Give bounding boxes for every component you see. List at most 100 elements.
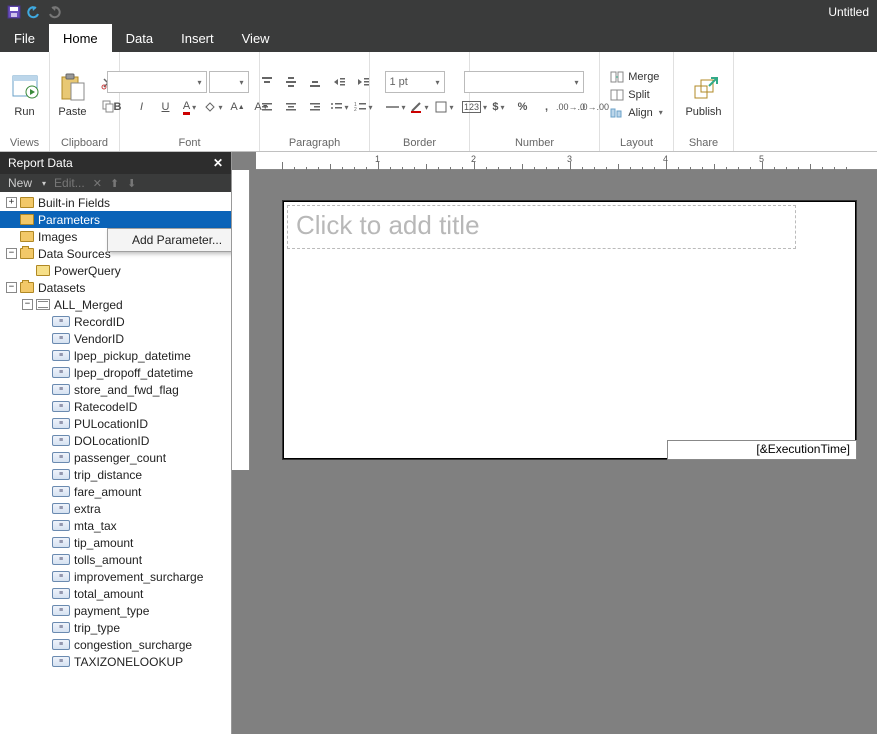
dataset-icon <box>36 299 50 310</box>
tree-field-item[interactable]: ≡RecordID <box>0 313 231 330</box>
execution-time-textbox[interactable]: [&ExecutionTime] <box>667 440 857 460</box>
menu-file[interactable]: File <box>0 24 49 52</box>
field-icon: ≡ <box>52 384 70 395</box>
tree-datasource-item[interactable]: PowerQuery <box>0 262 231 279</box>
paste-button[interactable]: Paste <box>51 70 95 120</box>
field-icon: ≡ <box>52 605 70 616</box>
toolbar-delete-icon[interactable]: ✕ <box>93 177 102 190</box>
italic-button[interactable]: I <box>131 96 153 118</box>
expander-minus-icon[interactable]: − <box>6 282 17 293</box>
tree-field-item[interactable]: ≡DOLocationID <box>0 432 231 449</box>
group-paragraph-label: Paragraph <box>260 137 369 151</box>
tree-field-item[interactable]: ≡passenger_count <box>0 449 231 466</box>
percent-button[interactable]: % <box>512 96 534 118</box>
border-style-button[interactable]: ▾ <box>385 96 407 118</box>
tree-field-item[interactable]: ≡extra <box>0 500 231 517</box>
bullet-list-button[interactable]: ▾ <box>328 96 350 118</box>
border-width-combo[interactable]: 1 pt▾ <box>385 71 445 93</box>
panel-close-icon[interactable]: ✕ <box>213 156 223 170</box>
context-menu-add-parameter[interactable]: Add Parameter... <box>108 229 231 251</box>
field-icon: ≡ <box>52 452 70 463</box>
bold-button[interactable]: B <box>107 96 129 118</box>
run-label: Run <box>14 106 34 118</box>
number-format-combo[interactable]: ▾ <box>464 71 584 93</box>
run-button[interactable]: Run <box>3 70 47 120</box>
run-icon <box>9 72 41 104</box>
menu-home[interactable]: Home <box>49 24 112 52</box>
group-number-label: Number <box>470 137 599 151</box>
merge-button[interactable]: Merge <box>606 68 666 86</box>
tree-field-item[interactable]: ≡store_and_fwd_flag <box>0 381 231 398</box>
tree-field-item[interactable]: ≡tolls_amount <box>0 551 231 568</box>
tree-builtin-fields[interactable]: + Built-in Fields <box>0 194 231 211</box>
tree-field-item[interactable]: ≡trip_distance <box>0 466 231 483</box>
field-icon: ≡ <box>52 554 70 565</box>
underline-button[interactable]: U <box>155 96 177 118</box>
align-bottom-button[interactable] <box>304 71 326 93</box>
border-color-button[interactable]: ▾ <box>409 96 431 118</box>
tree-field-item[interactable]: ≡tip_amount <box>0 534 231 551</box>
tree-dataset-item[interactable]: − ALL_Merged <box>0 296 231 313</box>
tree-field-item[interactable]: ≡TAXIZONELOOKUP <box>0 653 231 670</box>
increase-decimal-button[interactable]: .00→.0 <box>560 96 582 118</box>
toolbar-new-button[interactable]: New <box>8 176 32 190</box>
expander-minus-icon[interactable]: − <box>6 248 17 259</box>
align-left-button[interactable] <box>256 96 278 118</box>
expander-minus-icon[interactable]: − <box>22 299 33 310</box>
tree-field-item[interactable]: ≡lpep_dropoff_datetime <box>0 364 231 381</box>
tree-field-item[interactable]: ≡improvement_surcharge <box>0 568 231 585</box>
align-top-button[interactable] <box>256 71 278 93</box>
menu-insert[interactable]: Insert <box>167 24 228 52</box>
main-area: Report Data ✕ New ▾ Edit... ✕ ⬆ ⬇ + Buil… <box>0 152 877 734</box>
font-family-combo[interactable]: ▾ <box>107 71 207 93</box>
font-size-combo[interactable]: ▾ <box>209 71 249 93</box>
font-color-button[interactable]: A▾ <box>179 96 201 118</box>
split-button[interactable]: Split <box>606 86 666 104</box>
toolbar-moveup-icon[interactable]: ⬆ <box>110 177 119 190</box>
menu-bar: File Home Data Insert View <box>0 24 877 52</box>
menu-data[interactable]: Data <box>112 24 167 52</box>
fill-color-button[interactable]: ▾ <box>203 96 225 118</box>
field-icon: ≡ <box>52 435 70 446</box>
align-middle-button[interactable] <box>280 71 302 93</box>
publish-button[interactable]: Publish <box>679 70 727 120</box>
tree-field-item[interactable]: ≡total_amount <box>0 585 231 602</box>
toolbar-edit-button[interactable]: Edit... <box>54 176 85 190</box>
tree-datasets[interactable]: − Datasets <box>0 279 231 296</box>
tree-parameters[interactable]: Parameters <box>0 211 231 228</box>
comma-button[interactable]: , <box>536 96 558 118</box>
tree-field-item[interactable]: ≡trip_type <box>0 619 231 636</box>
tree-field-item[interactable]: ≡VendorID <box>0 330 231 347</box>
borders-button[interactable]: ▾ <box>433 96 455 118</box>
decrease-indent-button[interactable] <box>328 71 350 93</box>
field-icon: ≡ <box>52 486 70 497</box>
folder-icon <box>20 231 34 242</box>
tree-field-item[interactable]: ≡fare_amount <box>0 483 231 500</box>
placeholder-button[interactable]: 123▾ <box>464 96 486 118</box>
group-border-label: Border <box>370 137 469 151</box>
expander-plus-icon[interactable]: + <box>6 197 17 208</box>
align-button[interactable]: Align ▾ <box>606 104 666 122</box>
redo-icon[interactable] <box>46 4 62 20</box>
report-title-placeholder[interactable]: Click to add title <box>287 205 796 249</box>
menu-view[interactable]: View <box>228 24 284 52</box>
tree-field-item[interactable]: ≡PULocationID <box>0 415 231 432</box>
canvas-area: 12345 Click to add title [&ExecutionTime… <box>232 152 877 734</box>
currency-button[interactable]: $▾ <box>488 96 510 118</box>
save-icon[interactable] <box>6 4 22 20</box>
tree-field-item[interactable]: ≡payment_type <box>0 602 231 619</box>
undo-icon[interactable] <box>26 4 42 20</box>
tree-field-item[interactable]: ≡lpep_pickup_datetime <box>0 347 231 364</box>
group-font-label: Font <box>120 137 259 151</box>
toolbar-movedown-icon[interactable]: ⬇ <box>127 177 136 190</box>
align-right-button[interactable] <box>304 96 326 118</box>
tree-field-item[interactable]: ≡congestion_surcharge <box>0 636 231 653</box>
tree-field-item[interactable]: ≡mta_tax <box>0 517 231 534</box>
group-share-label: Share <box>674 137 733 151</box>
folder-open-icon <box>20 282 34 293</box>
tree-field-item[interactable]: ≡RatecodeID <box>0 398 231 415</box>
grow-font-button[interactable]: A▲ <box>227 96 249 118</box>
report-design-surface[interactable]: Click to add title [&ExecutionTime] <box>282 200 857 460</box>
group-layout-label: Layout <box>600 137 673 151</box>
align-center-button[interactable] <box>280 96 302 118</box>
